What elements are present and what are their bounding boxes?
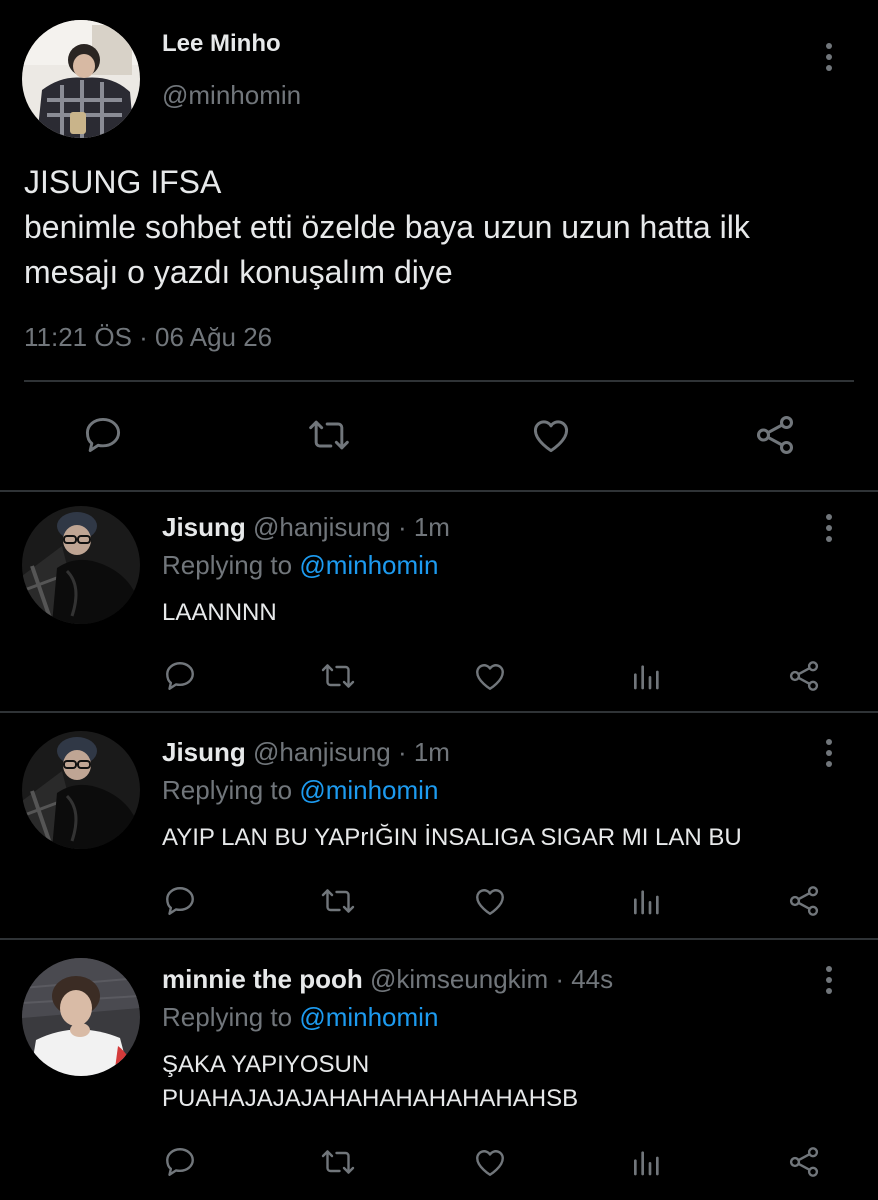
tweet-text: JISUNG IFSA benimle sohbet etti özelde b…	[24, 160, 864, 295]
replying-to: Replying to @minhomin	[162, 550, 438, 581]
reply-author-handle[interactable]: @hanjisung · 1m	[253, 512, 450, 542]
reply-author-name[interactable]: Jisung	[162, 737, 246, 767]
like-icon[interactable]	[526, 410, 576, 460]
retweet-icon[interactable]	[316, 881, 360, 921]
avatar-lee-minho[interactable]	[22, 20, 140, 138]
replying-to-link[interactable]: @minhomin	[299, 550, 438, 580]
reply-text-line: ŞAKA YAPIYOSUN	[162, 1051, 370, 1078]
more-options-icon[interactable]	[821, 966, 837, 994]
avatar-jisung[interactable]	[22, 731, 140, 849]
reply-text-line: LAANNNN	[162, 599, 277, 626]
share-icon[interactable]	[784, 1142, 824, 1182]
tweet-text-line: JISUNG IFSA	[24, 164, 222, 200]
share-icon[interactable]	[784, 881, 824, 921]
reply-author-handle[interactable]: @kimseungkim · 44s	[370, 964, 613, 994]
analytics-icon[interactable]	[626, 881, 666, 921]
reply-header: Jisung @hanjisung · 1m	[162, 737, 450, 768]
avatar-minnie-the-pooh[interactable]	[22, 958, 140, 1076]
avatar-jisung[interactable]	[22, 506, 140, 624]
divider	[0, 938, 878, 940]
reply-author-name[interactable]: minnie the pooh	[162, 964, 363, 994]
retweet-icon[interactable]	[316, 656, 360, 696]
author-handle[interactable]: @minhomin	[162, 80, 301, 111]
reply-author-handle[interactable]: @hanjisung · 1m	[253, 737, 450, 767]
divider	[24, 380, 854, 382]
author-name[interactable]: Lee Minho	[162, 30, 281, 58]
reply-icon[interactable]	[78, 410, 128, 460]
replying-to-link[interactable]: @minhomin	[299, 775, 438, 805]
reply-icon[interactable]	[160, 656, 200, 696]
tweet-text-line: mesajı o yazdı konuşalım diye	[24, 254, 453, 290]
tweet-timestamp[interactable]: 11:21 ÖS · 06 Ağu 26	[24, 322, 272, 353]
share-icon[interactable]	[750, 410, 800, 460]
replying-to: Replying to @minhomin	[162, 1002, 438, 1033]
like-icon[interactable]	[470, 881, 510, 921]
more-options-icon[interactable]	[821, 43, 837, 71]
analytics-icon[interactable]	[626, 656, 666, 696]
replying-to-label: Replying to	[162, 1002, 293, 1032]
reply-icon[interactable]	[160, 881, 200, 921]
tweet-text-line: benimle sohbet etti özelde baya uzun uzu…	[24, 209, 750, 245]
replying-to-link[interactable]: @minhomin	[299, 1002, 438, 1032]
replying-to: Replying to @minhomin	[162, 775, 438, 806]
reply-header: Jisung @hanjisung · 1m	[162, 512, 450, 543]
reply-text: AYIP LAN BU YAPrIĞIN İNSALIGA SIGAR MI L…	[162, 821, 742, 855]
more-options-icon[interactable]	[821, 514, 837, 542]
more-options-icon[interactable]	[821, 739, 837, 767]
reply-author-name[interactable]: Jisung	[162, 512, 246, 542]
reply-text-line: AYIP LAN BU YAPrIĞIN İNSALIGA SIGAR MI L…	[162, 824, 742, 851]
analytics-icon[interactable]	[626, 1142, 666, 1182]
like-icon[interactable]	[470, 656, 510, 696]
replying-to-label: Replying to	[162, 775, 293, 805]
like-icon[interactable]	[470, 1142, 510, 1182]
divider	[0, 490, 878, 492]
reply-icon[interactable]	[160, 1142, 200, 1182]
share-icon[interactable]	[784, 656, 824, 696]
reply-text-line: PUAHAJAJAJAHAHAHAHAHAHAHSB	[162, 1085, 579, 1112]
replying-to-label: Replying to	[162, 550, 293, 580]
divider	[0, 711, 878, 713]
reply-header: minnie the pooh @kimseungkim · 44s	[162, 964, 613, 995]
retweet-icon[interactable]	[302, 410, 356, 460]
retweet-icon[interactable]	[316, 1142, 360, 1182]
reply-text: ŞAKA YAPIYOSUN PUAHAJAJAJAHAHAHAHAHAHAHS…	[162, 1048, 578, 1116]
reply-text: LAANNNN	[162, 596, 277, 630]
